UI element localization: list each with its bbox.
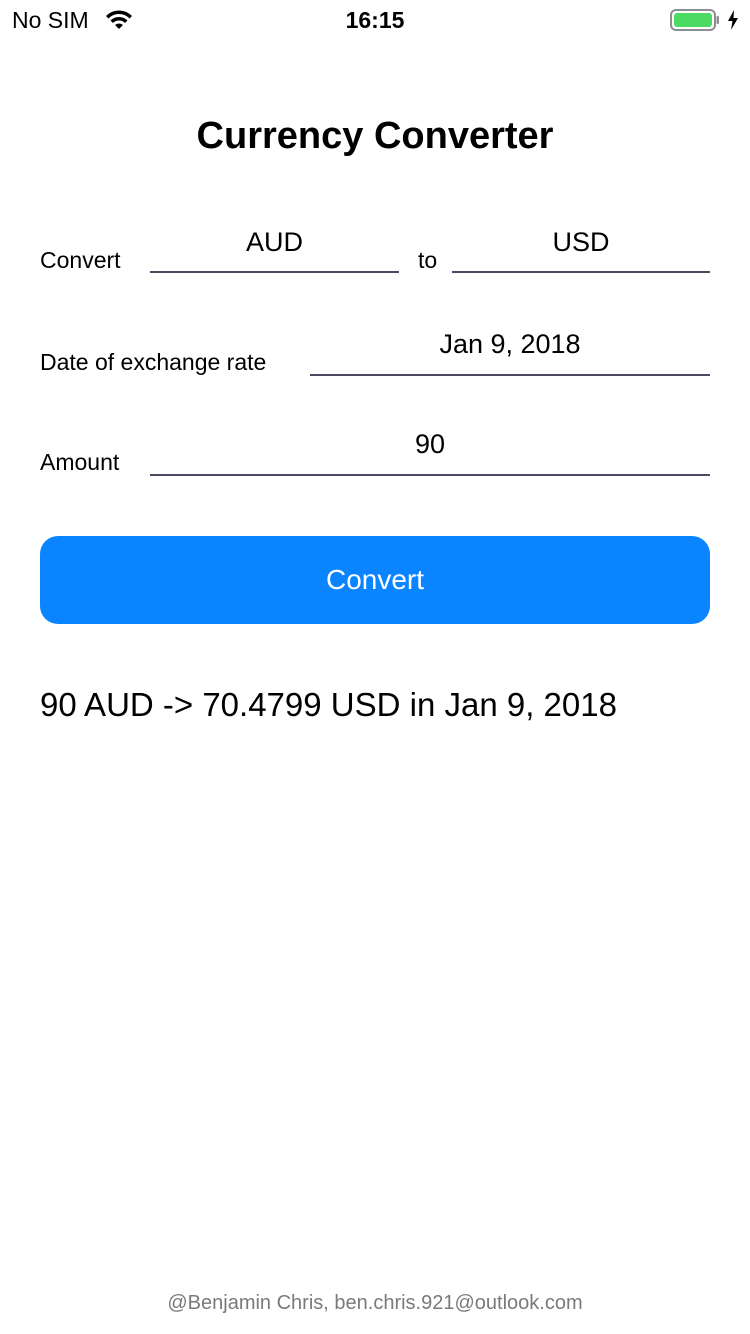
date-field[interactable]: Jan 9, 2018 bbox=[310, 326, 710, 376]
footer-credit: @Benjamin Chris, ben.chris.921@outlook.c… bbox=[167, 1292, 583, 1314]
to-currency-field[interactable]: USD bbox=[452, 224, 710, 273]
amount-field[interactable]: 90 bbox=[150, 426, 710, 476]
convert-label: Convert bbox=[40, 247, 121, 273]
convert-button[interactable]: Convert bbox=[40, 536, 710, 624]
page-title: Currency Converter bbox=[196, 115, 554, 157]
clock: 16:15 bbox=[345, 7, 405, 33]
amount-label: Amount bbox=[40, 449, 120, 475]
battery-charging-icon bbox=[670, 9, 719, 31]
to-label: to bbox=[418, 247, 438, 273]
conversion-result: 90 AUD -> 70.4799 USD in Jan 9, 2018 bbox=[40, 686, 617, 723]
from-currency-field[interactable]: AUD bbox=[150, 224, 399, 273]
date-label: Date of exchange rate bbox=[40, 349, 267, 375]
charging-bolt-icon bbox=[728, 10, 738, 30]
status-bar: No SIM 16:15 bbox=[0, 0, 750, 40]
